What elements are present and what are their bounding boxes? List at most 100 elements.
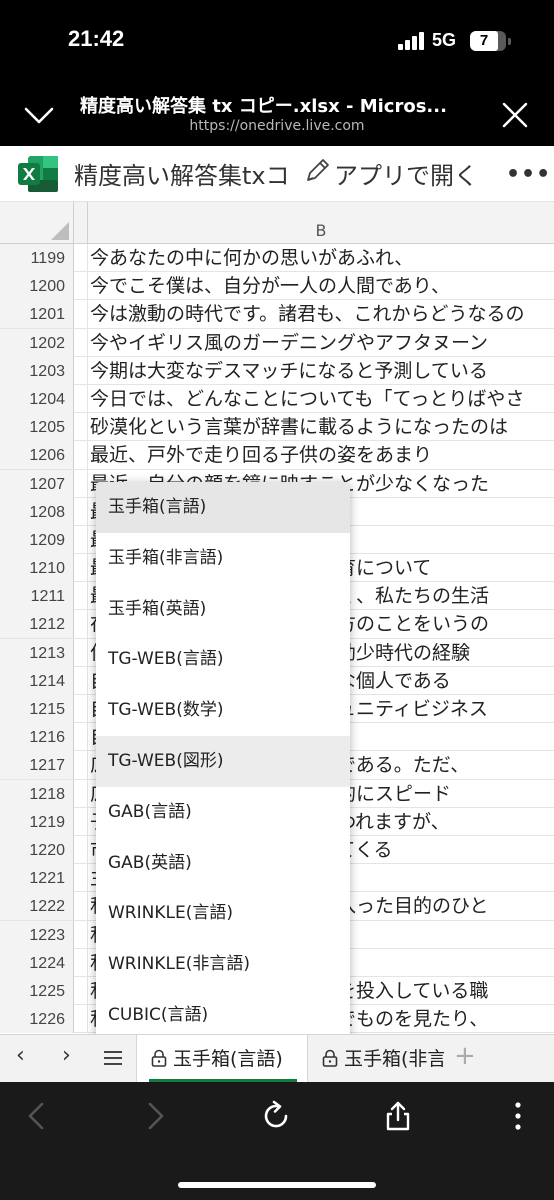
sheet-menu-item[interactable]: 玉手箱(英語) (96, 584, 350, 635)
table-row[interactable]: 1203 今期は大変なデスマッチになると予測している (0, 356, 554, 386)
sheet-list-menu-icon[interactable] (104, 1051, 122, 1065)
cell-b[interactable]: 今やイギリス風のガーデニングやアフタヌーン (90, 329, 554, 358)
cell-a[interactable] (74, 328, 88, 357)
cell-a[interactable] (74, 723, 88, 752)
cell-a[interactable] (74, 244, 88, 272)
cell-b[interactable]: 今でこそ僕は、自分が一人の人間であり、 (90, 272, 554, 301)
table-row[interactable]: 1205 砂漠化という言葉が辞書に載るようになったのは (0, 413, 554, 442)
forward-arrow-icon[interactable] (138, 1100, 170, 1132)
cell-a[interactable] (74, 413, 88, 442)
cell-b[interactable]: 今日では、どんなことについても「てっとりばやさ (90, 385, 554, 414)
row-number[interactable]: 1199 (0, 244, 74, 272)
row-number[interactable]: 1214 (0, 666, 74, 695)
add-sheet-button[interactable]: + (454, 1041, 476, 1071)
cell-a[interactable] (74, 384, 88, 413)
reload-icon[interactable] (260, 1100, 292, 1132)
cell-a[interactable] (74, 751, 88, 780)
row-number[interactable]: 1224 (0, 948, 74, 977)
row-number[interactable]: 1210 (0, 554, 74, 583)
cell-a[interactable] (74, 864, 88, 893)
cell-a[interactable] (74, 920, 88, 949)
sheet-menu-item[interactable]: TG-WEB(図形) (96, 735, 350, 787)
select-all-corner[interactable] (0, 202, 74, 244)
cell-a[interactable] (74, 695, 88, 723)
cell-a[interactable] (74, 356, 88, 385)
row-number[interactable]: 1217 (0, 751, 74, 780)
row-number[interactable]: 1208 (0, 497, 74, 526)
row-number[interactable]: 1225 (0, 976, 74, 1005)
cell-a[interactable] (74, 666, 88, 695)
cell-a[interactable] (74, 892, 88, 921)
row-number[interactable]: 1222 (0, 892, 74, 921)
cell-a[interactable] (74, 497, 88, 526)
next-sheet-button[interactable]: › (62, 1043, 71, 1068)
more-options-button[interactable]: ••• (506, 162, 551, 187)
sheet-menu-item[interactable]: GAB(言語) (96, 787, 350, 838)
row-number[interactable]: 1203 (0, 356, 74, 385)
table-row[interactable]: 1200 今でこそ僕は、自分が一人の人間であり、 (0, 272, 554, 301)
cell-a[interactable] (74, 638, 88, 667)
row-number[interactable]: 1201 (0, 300, 74, 329)
cell-b[interactable]: 今は激動の時代です。諸君も、これからどうなるの (90, 300, 554, 329)
cell-a[interactable] (74, 976, 88, 1005)
cell-b[interactable]: 砂漠化という言葉が辞書に載るようになったのは (90, 413, 554, 442)
row-number[interactable]: 1202 (0, 328, 74, 357)
row-number[interactable]: 1209 (0, 525, 74, 554)
table-row[interactable]: 1201 今は激動の時代です。諸君も、これからどうなるの (0, 300, 554, 329)
cell-a[interactable] (74, 582, 88, 611)
row-number[interactable]: 1219 (0, 807, 74, 836)
prev-sheet-button[interactable]: ‹ (16, 1043, 25, 1068)
cell-a[interactable] (74, 272, 88, 301)
cell-a[interactable] (74, 948, 88, 977)
column-header-a[interactable] (74, 202, 88, 244)
row-number[interactable]: 1215 (0, 695, 74, 723)
sheet-menu-item[interactable]: 玉手箱(非言語) (96, 533, 350, 584)
row-number[interactable]: 1204 (0, 384, 74, 413)
cell-a[interactable] (74, 807, 88, 836)
cell-b[interactable]: 今期は大変なデスマッチになると予測している (90, 357, 554, 386)
row-number[interactable]: 1216 (0, 723, 74, 752)
sheet-tab-2[interactable]: 玉手箱(非言 (308, 1035, 444, 1083)
table-row[interactable]: 1206 最近、戸外で走り回る子供の姿をあまり (0, 441, 554, 470)
cell-a[interactable] (74, 300, 88, 329)
table-row[interactable]: 1202 今やイギリス風のガーデニングやアフタヌーン (0, 328, 554, 358)
home-indicator[interactable] (178, 1182, 376, 1188)
column-header-b[interactable]: B (88, 202, 554, 244)
row-number[interactable]: 1220 (0, 835, 74, 864)
table-row[interactable]: 1204 今日では、どんなことについても「てっとりばやさ (0, 384, 554, 414)
cell-a[interactable] (74, 469, 88, 498)
sheet-tab-active[interactable]: 玉手箱(言語) (136, 1035, 308, 1083)
cell-a[interactable] (74, 1005, 88, 1034)
cell-a[interactable] (74, 525, 88, 554)
share-icon[interactable] (382, 1100, 414, 1132)
open-in-app-button[interactable]: アプリで開く (334, 156, 478, 191)
row-number[interactable]: 1206 (0, 441, 74, 470)
sheet-menu-item[interactable]: 玉手箱(言語) (96, 482, 350, 533)
row-number[interactable]: 1221 (0, 864, 74, 893)
cell-b[interactable]: 今あなたの中に何かの思いがあふれ、 (90, 244, 554, 273)
row-number[interactable]: 1211 (0, 582, 74, 611)
table-row[interactable]: 1199 今あなたの中に何かの思いがあふれ、 (0, 244, 554, 273)
row-number[interactable]: 1218 (0, 779, 74, 808)
cell-a[interactable] (74, 779, 88, 808)
sheet-menu-item[interactable]: GAB(英語) (96, 838, 350, 889)
sheet-menu-item[interactable]: WRINKLE(言語) (96, 888, 350, 939)
sheet-menu-item[interactable]: TG-WEB(言語) (96, 634, 350, 685)
sheet-menu-item[interactable]: TG-WEB(数学) (96, 685, 350, 736)
back-arrow-icon[interactable] (22, 1100, 54, 1132)
sheet-menu-item[interactable]: WRINKLE(非言語) (96, 939, 350, 990)
row-number[interactable]: 1200 (0, 272, 74, 301)
row-number[interactable]: 1213 (0, 638, 74, 667)
cell-a[interactable] (74, 835, 88, 864)
cell-a[interactable] (74, 441, 88, 470)
pencil-icon[interactable] (304, 158, 330, 186)
row-number[interactable]: 1205 (0, 413, 74, 442)
row-number[interactable]: 1226 (0, 1005, 74, 1034)
row-number[interactable]: 1207 (0, 469, 74, 498)
cell-a[interactable] (74, 610, 88, 639)
row-number[interactable]: 1212 (0, 610, 74, 639)
cell-a[interactable] (74, 554, 88, 583)
cell-b[interactable]: 最近、戸外で走り回る子供の姿をあまり (90, 441, 554, 470)
close-icon[interactable] (500, 100, 530, 130)
row-number[interactable]: 1223 (0, 920, 74, 949)
